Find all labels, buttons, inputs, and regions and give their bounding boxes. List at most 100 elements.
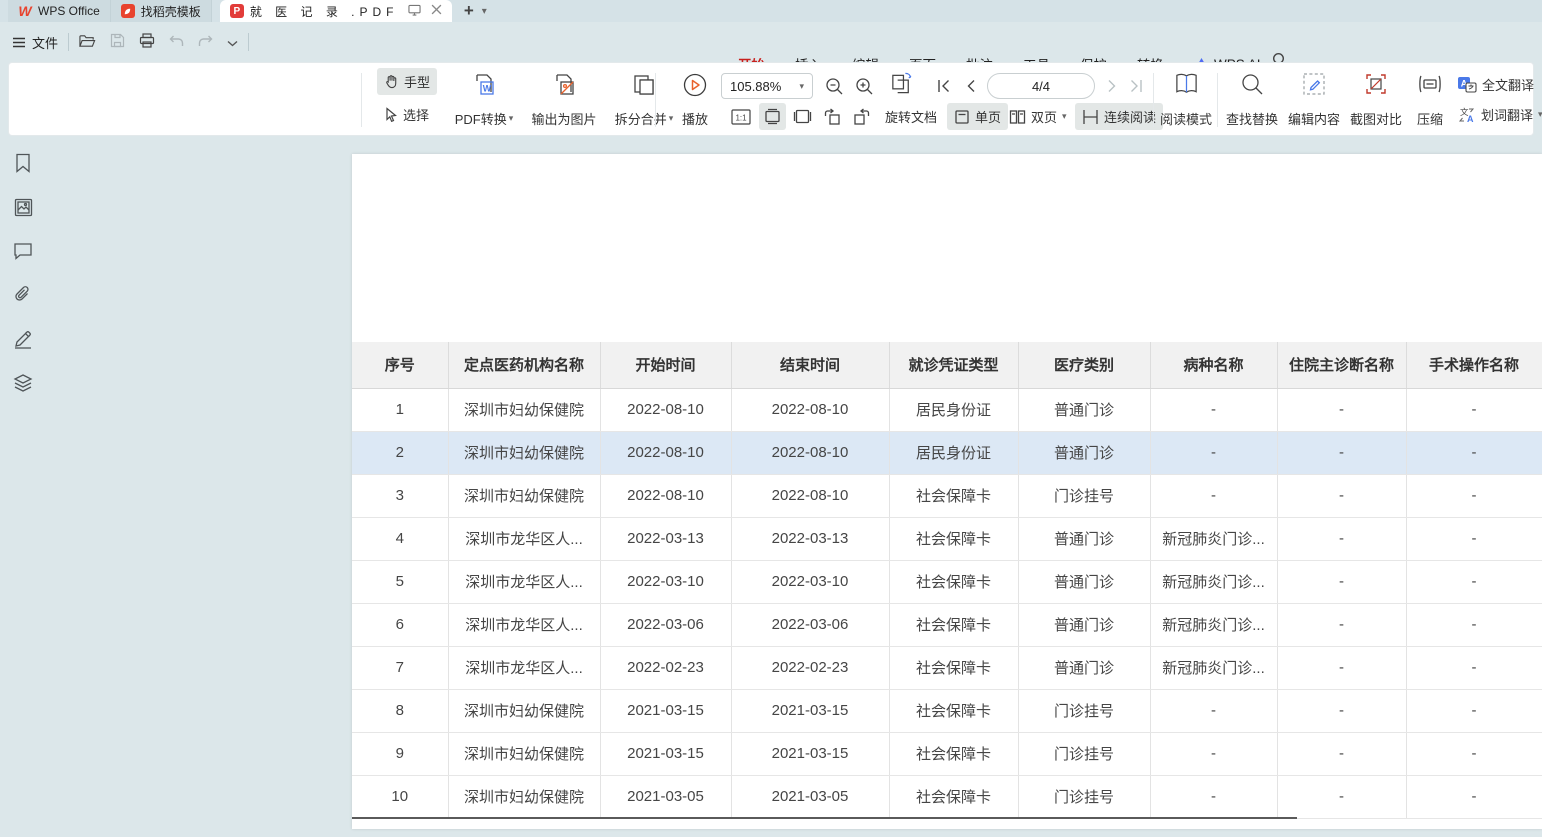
actual-size-button[interactable]: 1:1 — [731, 103, 751, 130]
rotate-left-button[interactable] — [823, 103, 841, 130]
rotate-right-button[interactable] — [853, 103, 871, 130]
document-title: 就 医 记 录 .PDF — [250, 3, 399, 20]
table-cell: 社会保障卡 — [889, 732, 1018, 775]
svg-text:1:1: 1:1 — [735, 113, 747, 122]
table-row: 6深圳市龙华区人...2022-03-062022-03-06社会保障卡普通门诊… — [352, 603, 1542, 646]
hand-tool-button[interactable]: 手型 — [377, 68, 437, 95]
undo-icon[interactable] — [169, 34, 184, 50]
divider — [655, 73, 656, 127]
word-translate-label: 划词翻译 — [1481, 105, 1533, 124]
page-indicator-input[interactable]: 4/4 — [987, 73, 1095, 99]
table-cell: 2021-03-05 — [731, 775, 889, 818]
table-cell: 2022-03-10 — [600, 560, 731, 603]
last-page-icon — [1129, 79, 1143, 93]
new-tab-button[interactable]: + ▾ — [452, 0, 499, 22]
close-tab-icon[interactable] — [431, 4, 442, 18]
fit-width-button[interactable] — [793, 103, 812, 130]
chevron-right-icon — [1107, 79, 1118, 93]
table-cell: 深圳市妇幼保健院 — [448, 732, 600, 775]
table-cell: - — [1277, 689, 1406, 732]
layers-icon[interactable] — [10, 370, 36, 396]
menu-bar: 文件 开始插入编辑页面批注工具保护转换WPS AI — [0, 22, 1542, 62]
print-icon[interactable] — [139, 33, 155, 51]
comment-icon[interactable] — [10, 238, 36, 264]
save-icon[interactable] — [110, 33, 125, 51]
continuous-read-button[interactable]: 连续阅读 — [1075, 103, 1163, 130]
find-replace-button[interactable]: 查找替换 — [1221, 68, 1283, 130]
attachment-icon[interactable] — [10, 282, 36, 308]
hand-tool-label: 手型 — [404, 72, 430, 91]
word-translate-button[interactable]: 文A 划词翻译 ▾ — [1457, 105, 1542, 124]
next-page-button[interactable] — [1099, 73, 1125, 99]
table-cell: 普通门诊 — [1018, 560, 1150, 603]
hand-icon — [384, 74, 399, 89]
screenshot-compare-button[interactable]: 截图对比 — [1345, 68, 1407, 130]
screenshot-compare-icon — [1364, 72, 1388, 96]
play-button[interactable]: 播放 — [667, 68, 723, 130]
table-cell: 新冠肺炎门诊... — [1150, 560, 1277, 603]
double-page-button[interactable]: 双页 ▾ — [1009, 103, 1067, 130]
table-cell: 2022-08-10 — [731, 431, 889, 474]
docer-logo-icon — [121, 4, 135, 18]
plus-icon: + — [464, 1, 474, 21]
table-cell: 5 — [352, 560, 448, 603]
fit-page-icon — [764, 108, 781, 125]
single-page-button[interactable]: 单页 — [947, 103, 1008, 130]
monitor-icon[interactable] — [408, 4, 421, 19]
tab-wps-office[interactable]: W WPS Office — [8, 0, 111, 22]
chevron-down-icon[interactable] — [227, 35, 238, 50]
last-page-button[interactable] — [1123, 73, 1149, 99]
redo-icon[interactable] — [198, 34, 213, 50]
table-cell: - — [1150, 732, 1277, 775]
table-cell: - — [1406, 603, 1542, 646]
zoom-in-button[interactable] — [851, 73, 877, 99]
export-image-button[interactable]: 输出为图片 — [523, 68, 605, 130]
thumbnail-icon[interactable] — [10, 194, 36, 220]
table-header-cell: 序号 — [352, 342, 448, 388]
table-cell: 2022-03-06 — [600, 603, 731, 646]
bookmark-icon[interactable] — [10, 150, 36, 176]
tab-docer-templates[interactable]: 找稻壳模板 — [111, 0, 212, 22]
rotate-document-button[interactable]: 旋转文档 — [885, 103, 937, 130]
cursor-icon — [384, 107, 398, 122]
table-cell: 普通门诊 — [1018, 646, 1150, 689]
open-folder-icon[interactable] — [79, 34, 96, 51]
table-cell: 2022-03-13 — [600, 517, 731, 560]
window-tab-bar: W WPS Office 找稻壳模板 P 就 医 记 录 .PDF + ▾ — [0, 0, 1542, 22]
compress-button[interactable]: 压缩 — [1407, 68, 1453, 130]
previous-page-button[interactable] — [957, 73, 983, 99]
ribbon-toolbar: 手型 选择 W PDF转换▾ 输出为图片 拆分合并▾ 播放 105.88% ▾ — [8, 62, 1534, 136]
table-cell: 新冠肺炎门诊... — [1150, 603, 1277, 646]
double-page-label: 双页 — [1031, 107, 1057, 126]
table-cell: 深圳市龙华区人... — [448, 646, 600, 689]
table-cell: 2022-03-10 — [731, 560, 889, 603]
table-header-cell: 定点医药机构名称 — [448, 342, 600, 388]
table-cell: 社会保障卡 — [889, 560, 1018, 603]
zoom-in-icon — [855, 77, 874, 96]
table-header-cell: 结束时间 — [731, 342, 889, 388]
edit-content-button[interactable]: 编辑内容 — [1283, 68, 1345, 130]
table-row: 3深圳市妇幼保健院2022-08-102022-08-10社会保障卡门诊挂号--… — [352, 474, 1542, 517]
full-translate-button[interactable]: A 全文翻译 — [1457, 75, 1534, 94]
table-cell: 2022-08-10 — [600, 388, 731, 431]
rotate-pages-button[interactable] — [889, 71, 915, 97]
signature-icon[interactable] — [10, 326, 36, 352]
file-menu-label: 文件 — [32, 33, 58, 52]
file-menu-button[interactable]: 文件 — [12, 33, 58, 52]
chevron-down-icon: ▾ — [799, 81, 804, 92]
read-mode-button[interactable]: 阅读模式 — [1157, 68, 1215, 130]
rotate-document-label: 旋转文档 — [885, 107, 937, 126]
word-translate-icon: 文A — [1457, 106, 1476, 124]
zoom-out-button[interactable] — [821, 73, 847, 99]
pdf-convert-button[interactable]: W PDF转换▾ — [445, 68, 523, 130]
zoom-level-value: 105.88% — [730, 79, 781, 94]
tab-label: WPS Office — [38, 4, 100, 18]
zoom-level-select[interactable]: 105.88% ▾ — [721, 73, 813, 99]
select-tool-label: 选择 — [403, 105, 429, 124]
book-icon — [1174, 72, 1199, 96]
tab-document-pdf[interactable]: P 就 医 记 录 .PDF — [220, 0, 452, 22]
svg-text:A: A — [1467, 114, 1474, 124]
select-tool-button[interactable]: 选择 — [377, 101, 437, 128]
first-page-button[interactable] — [931, 73, 957, 99]
fit-page-button[interactable] — [759, 103, 786, 130]
